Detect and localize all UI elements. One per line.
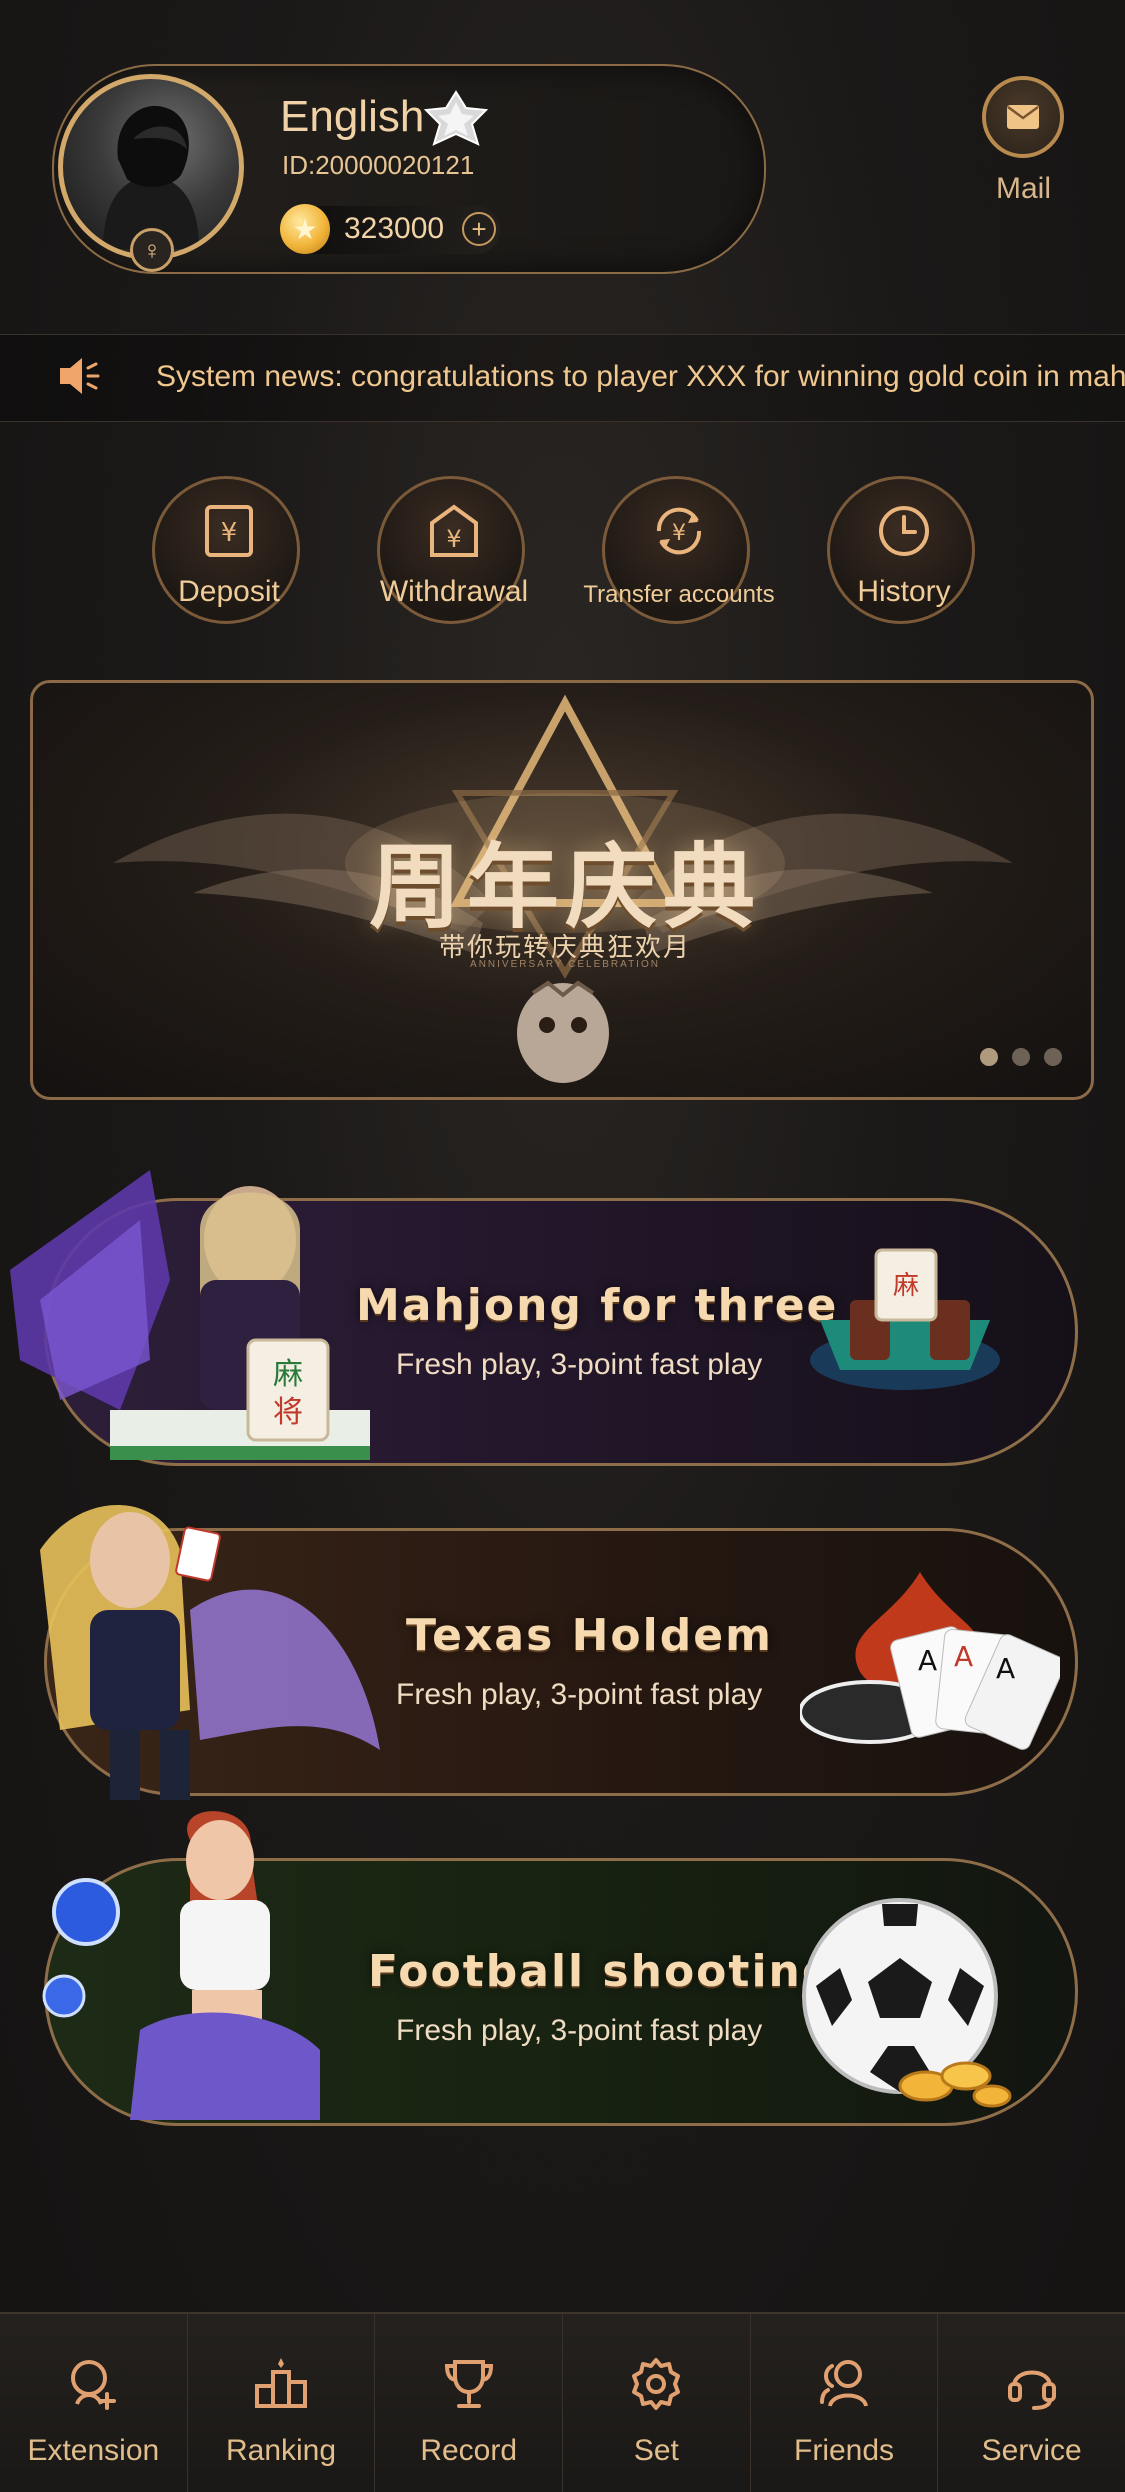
football-character-art: [42, 1811, 320, 2120]
withdrawal-button[interactable]: ¥ Withdrawal: [377, 476, 528, 624]
nav-service-label: Service: [981, 2434, 1082, 2467]
nav-extension[interactable]: Extension: [0, 2314, 188, 2492]
svg-text:A: A: [996, 1652, 1015, 1685]
friends-icon: [820, 2360, 868, 2407]
history-button[interactable]: History: [827, 476, 975, 624]
withdrawal-icon: ¥: [430, 504, 478, 557]
mahjong-table-icon: 麻: [810, 1248, 1000, 1390]
carousel-dot-1[interactable]: [980, 1048, 998, 1066]
vip-badge-icon: [423, 90, 489, 146]
game-title-football-shooting: Football shooting: [368, 1946, 836, 1997]
withdrawal-label: Withdrawal: [379, 575, 529, 608]
svg-text:¥: ¥: [672, 521, 686, 546]
transfer-icon: ¥: [656, 507, 702, 555]
svg-text:¥: ¥: [446, 525, 461, 553]
nav-friends[interactable]: Friends: [751, 2314, 939, 2492]
news-text: System news: congratulations to player X…: [156, 360, 1125, 393]
nav-friends-label: Friends: [794, 2434, 895, 2467]
mail-button[interactable]: [982, 76, 1064, 158]
banner-small-text: ANNIVERSARY CELEBRATION: [470, 959, 660, 970]
game-title-mahjong: Mahjong for three: [356, 1280, 839, 1331]
game-title-texas-holdem: Texas Holdem: [406, 1610, 773, 1661]
soccer-ball-icon: [802, 1898, 1012, 2108]
add-coins-button[interactable]: +: [462, 212, 496, 246]
nav-extension-label: Extension: [27, 2434, 160, 2467]
mahjong-character-art: 麻 将: [10, 1170, 370, 1460]
carousel-dot-3[interactable]: [1044, 1048, 1062, 1066]
speaker-icon: [60, 358, 100, 394]
gender-female-icon: ♀: [130, 228, 174, 272]
nav-record-label: Record: [420, 2434, 518, 2467]
svg-text:将: 将: [273, 1395, 303, 1430]
game-subtitle-football-shooting: Fresh play, 3-point fast play: [396, 2014, 763, 2047]
username: English: [280, 92, 425, 141]
history-icon: [879, 506, 929, 556]
svg-text:¥: ¥: [221, 518, 238, 548]
deposit-icon: ¥: [205, 505, 253, 557]
headset-icon: [1007, 2370, 1056, 2410]
extension-icon: [71, 2360, 117, 2410]
transfer-accounts-button[interactable]: ¥ Transfer accounts: [583, 476, 775, 624]
coin-balance: 323000: [344, 212, 445, 245]
svg-text:A: A: [918, 1644, 937, 1677]
svg-text:A: A: [954, 1640, 973, 1673]
promo-banner[interactable]: 周年庆典 带你玩转庆典狂欢月 ANNIVERSARY CELEBRATION: [30, 680, 1094, 1100]
svg-text:麻: 麻: [893, 1271, 919, 1301]
gear-icon: [632, 2358, 681, 2410]
trophy-icon: [444, 2360, 493, 2408]
ranking-icon: [255, 2358, 307, 2408]
mail-icon: [1007, 105, 1039, 129]
mail-label: Mail: [996, 172, 1052, 205]
nav-set[interactable]: Set: [563, 2314, 751, 2492]
nav-ranking-label: Ranking: [225, 2434, 337, 2467]
history-label: History: [857, 575, 951, 608]
game-subtitle-texas-holdem: Fresh play, 3-point fast play: [396, 1678, 763, 1711]
nav-set-label: Set: [633, 2434, 679, 2467]
transfer-accounts-label: Transfer accounts: [583, 581, 775, 608]
gold-coin-icon: ★: [280, 204, 330, 254]
bottom-nav: Extension Ranking Record Set Friends Ser…: [0, 2312, 1125, 2492]
texas-character-art: [40, 1505, 380, 1800]
poker-cards-icon: A A A: [800, 1572, 1060, 1750]
svg-text:麻: 麻: [273, 1357, 303, 1392]
game-subtitle-mahjong: Fresh play, 3-point fast play: [396, 1348, 763, 1381]
nav-service[interactable]: Service: [938, 2314, 1125, 2492]
nav-record[interactable]: Record: [375, 2314, 564, 2492]
deposit-label: Deposit: [178, 575, 280, 608]
carousel-dot-2[interactable]: [1012, 1048, 1030, 1066]
user-id: ID:20000020121: [282, 150, 475, 180]
nav-ranking[interactable]: Ranking: [188, 2314, 376, 2492]
deposit-button[interactable]: ¥ Deposit: [152, 476, 300, 624]
